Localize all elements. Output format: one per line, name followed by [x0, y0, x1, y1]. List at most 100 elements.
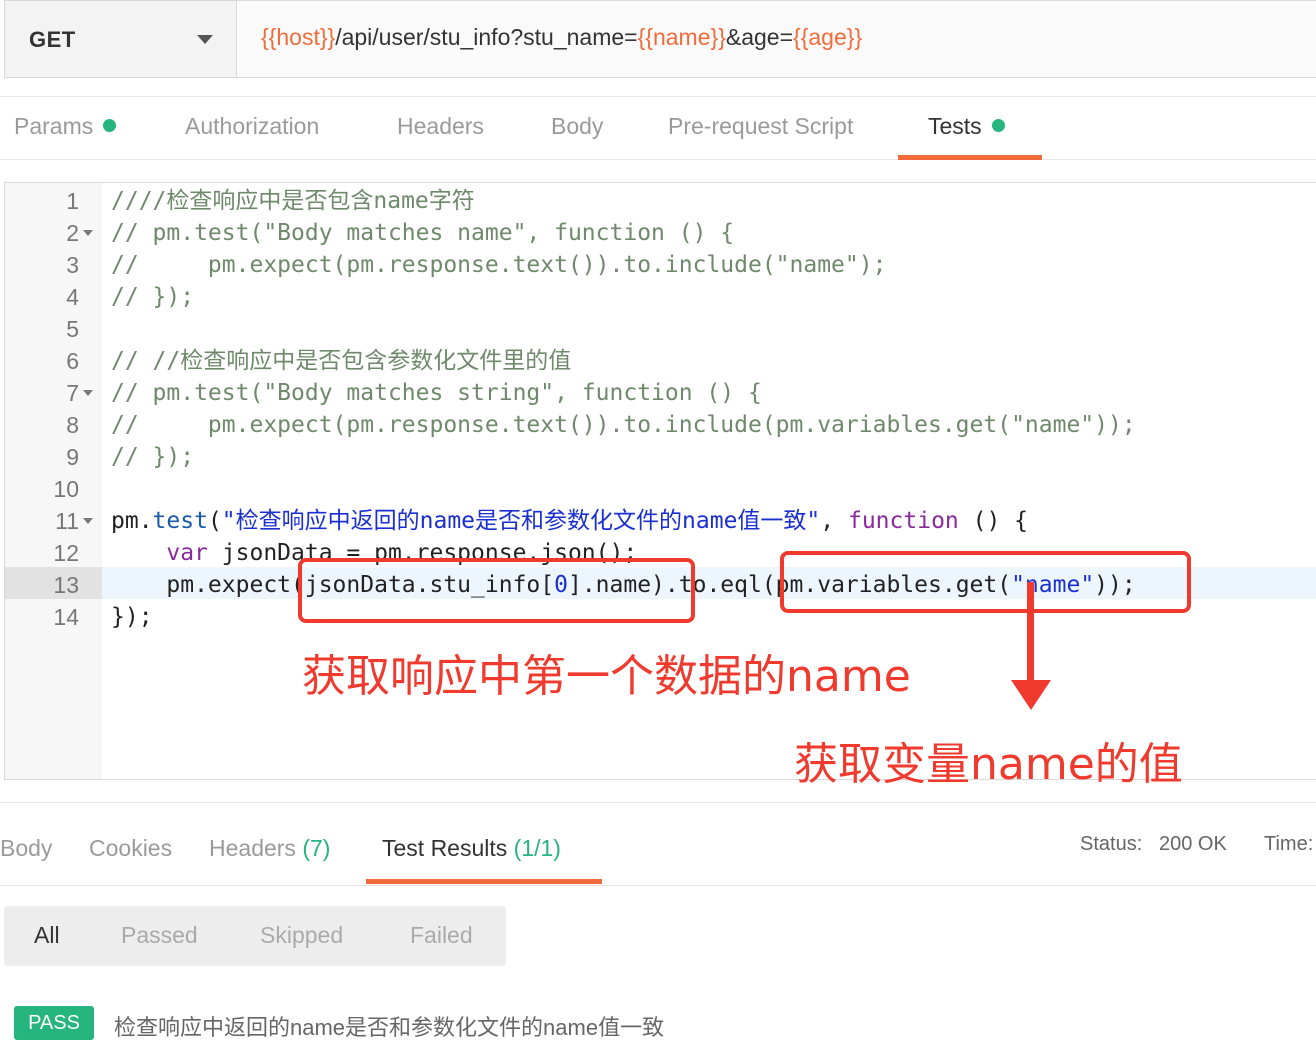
code-token: () { [958, 508, 1029, 534]
code-line: 8 // pm.expect(pm.response.text()).to.inc… [5, 409, 1316, 441]
code-token: ////检查响应中是否包含name字符 [111, 188, 475, 214]
code-token: // //检查响应中是否包含参数化文件里的值 [111, 348, 572, 374]
code-text: }); [111, 601, 153, 633]
code-token: pm. [111, 508, 153, 534]
url-input[interactable]: {{host}}/api/user/stu_info?stu_name={{na… [261, 24, 862, 51]
active-response-tab-underline [366, 879, 602, 884]
response-tabs: Body Cookies Headers (7) Test Results (1… [0, 802, 1316, 886]
test-results-filter: All Passed Skipped Failed [4, 906, 506, 966]
fold-caret-icon[interactable] [83, 518, 93, 524]
url-variable: {{name}} [637, 24, 726, 50]
code-line: 2 // pm.test("Body matches name", functio… [5, 217, 1316, 249]
code-token: "检查响应中返回的name是否和参数化文件的name值一致" [221, 508, 821, 534]
url-variable: {{age}} [793, 24, 863, 50]
code-text: // pm.test("Body matches string", functi… [111, 377, 762, 409]
time-label: Time: [1264, 833, 1314, 855]
annotation-first-item-name: 获取响应中第一个数据的name [302, 651, 911, 702]
annotation-box-variable-get [780, 551, 1191, 613]
headers-count: (7) [302, 835, 331, 861]
code-line: 9 // }); [5, 441, 1316, 473]
annotation-arrow-shaft [1027, 582, 1034, 682]
code-text: ////检查响应中是否包含name字符 [111, 185, 475, 217]
test-results-count: (1/1) [513, 835, 561, 861]
chevron-down-icon [197, 35, 213, 44]
annotation-variable-name-value: 获取变量name的值 [794, 739, 1183, 790]
code-line: 6 // //检查响应中是否包含参数化文件里的值 [5, 345, 1316, 377]
code-token: // pm.expect(pm.response.text()).to.incl… [111, 252, 887, 278]
code-text: // pm.test("Body matches name", function… [111, 217, 734, 249]
line-number: 3 [66, 252, 79, 278]
filter-passed-button[interactable]: Passed [121, 922, 198, 949]
code-token: // pm.test("Body matches string", functi… [111, 380, 762, 406]
params-indicator-dot [103, 119, 117, 132]
line-number: 5 [66, 316, 79, 342]
code-line: 3 // pm.expect(pm.response.text()).to.inc… [5, 249, 1316, 281]
method-label: GET [29, 27, 76, 52]
tab-pre-request-script[interactable]: Pre-request Script [668, 113, 853, 140]
code-text: // //检查响应中是否包含参数化文件里的值 [111, 345, 571, 377]
arrow-down-icon [1011, 680, 1051, 710]
line-number: 1 [66, 188, 79, 214]
code-token: function [847, 508, 959, 534]
url-variable: {{host}} [261, 24, 336, 50]
request-url-bar: GET {{host}}/api/user/stu_info?stu_name=… [4, 0, 1316, 78]
line-number: 4 [66, 284, 79, 310]
code-text: // pm.expect(pm.response.text()).to.incl… [111, 409, 1136, 441]
line-number: 12 [53, 540, 79, 566]
code-line: 7 // pm.test("Body matches string", funct… [5, 377, 1316, 409]
response-tab-headers[interactable]: Headers (7) [209, 835, 330, 862]
code-token: // pm.test("Body matches name", function… [111, 220, 735, 246]
code-token: test [152, 508, 208, 534]
line-number: 11 [55, 508, 79, 534]
response-tab-test-results[interactable]: Test Results (1/1) [382, 835, 561, 862]
tab-authorization[interactable]: Authorization [185, 113, 319, 140]
code-line: 11 pm.test("检查响应中返回的name是否和参数化文件的name值一致"… [5, 505, 1316, 537]
code-text: // pm.expect(pm.response.text()).to.incl… [111, 249, 886, 281]
tab-headers[interactable]: Headers [397, 113, 484, 140]
code-line: 1 ////检查响应中是否包含name字符 [5, 185, 1316, 217]
pass-badge: PASS [14, 1006, 94, 1040]
code-text: // }); [111, 441, 194, 473]
url-segment: &age= [725, 24, 794, 50]
line-number: 13 [53, 572, 79, 598]
line-number: 2 [66, 220, 79, 246]
tab-params[interactable]: Params [14, 113, 117, 140]
line-number: 9 [66, 444, 79, 470]
code-token: // }); [111, 444, 195, 470]
tab-body[interactable]: Body [551, 113, 603, 140]
line-number: 8 [66, 412, 79, 438]
code-token: var [166, 540, 208, 566]
code-token: , [820, 508, 848, 534]
fold-caret-icon[interactable] [83, 390, 93, 396]
annotation-box-json-data [298, 558, 695, 623]
tab-tests[interactable]: Tests [928, 113, 1005, 140]
code-line: 4 // }); [5, 281, 1316, 313]
line-number: 10 [53, 476, 79, 502]
code-line: 10 [5, 473, 1316, 505]
active-tab-underline [898, 155, 1042, 160]
status-value: 200 OK [1159, 833, 1227, 855]
line-number: 14 [53, 604, 79, 630]
code-text: // }); [111, 281, 194, 313]
url-segment: /api/user/stu_info?stu_name= [335, 24, 638, 50]
line-number: 6 [66, 348, 79, 374]
request-tabs: Params Authorization Headers Body Pre-re… [0, 96, 1316, 160]
fold-caret-icon[interactable] [83, 230, 93, 236]
filter-skipped-button[interactable]: Skipped [260, 922, 343, 949]
test-result-name: 检查响应中返回的name是否和参数化文件的name值一致 [114, 1015, 665, 1040]
code-token: ( [207, 508, 222, 534]
line-number: 7 [66, 380, 79, 406]
code-token: // }); [111, 284, 195, 310]
tests-indicator-dot [991, 119, 1005, 132]
method-select[interactable]: GET [5, 1, 237, 77]
response-tab-body[interactable]: Body [0, 835, 52, 862]
filter-failed-button[interactable]: Failed [410, 922, 473, 949]
code-token: }); [111, 604, 153, 630]
status-label: Status: [1080, 833, 1143, 855]
response-tab-cookies[interactable]: Cookies [89, 835, 172, 862]
code-text: pm.test("检查响应中返回的name是否和参数化文件的name值一致", … [111, 505, 1028, 537]
filter-all-button[interactable]: All [34, 922, 60, 949]
code-line: 5 [5, 313, 1316, 345]
code-token: // pm.expect(pm.response.text()).to.incl… [111, 412, 1136, 438]
